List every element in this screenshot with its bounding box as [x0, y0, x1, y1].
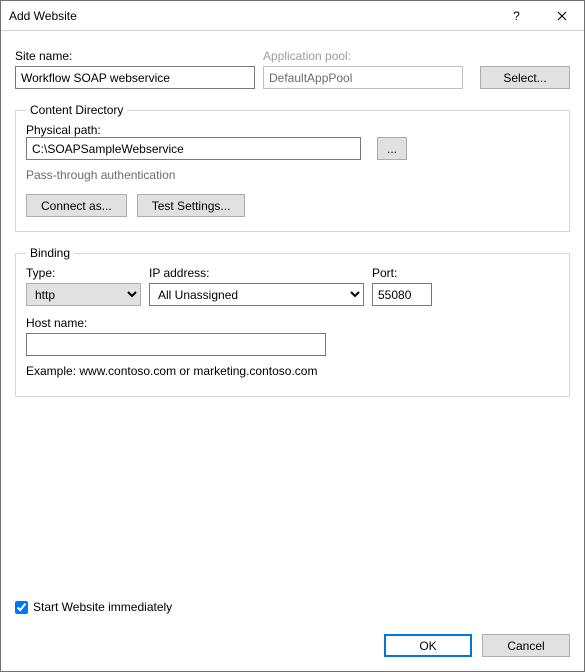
binding-port-label: Port:: [372, 266, 432, 280]
test-settings-button[interactable]: Test Settings...: [137, 194, 246, 217]
host-name-example: Example: www.contoso.com or marketing.co…: [26, 364, 559, 378]
window-title: Add Website: [9, 9, 494, 23]
browse-physical-path-button[interactable]: ...: [377, 137, 407, 160]
physical-path-label: Physical path:: [26, 123, 101, 137]
cancel-button[interactable]: Cancel: [482, 634, 570, 657]
start-immediately-row[interactable]: Start Website immediately: [1, 596, 584, 624]
help-button[interactable]: ?: [494, 1, 539, 30]
application-pool-label: Application pool:: [263, 49, 463, 63]
binding-legend: Binding: [26, 246, 74, 260]
connect-as-button[interactable]: Connect as...: [26, 194, 127, 217]
dialog-content: Site name: Application pool: Select... C…: [1, 31, 584, 596]
host-name-label: Host name:: [26, 316, 559, 330]
binding-type-label: Type:: [26, 266, 141, 280]
passthrough-auth-label: Pass-through authentication: [26, 168, 559, 182]
dialog-footer: OK Cancel: [1, 624, 584, 671]
binding-ip-select[interactable]: All Unassigned: [149, 283, 364, 306]
binding-ip-label: IP address:: [149, 266, 364, 280]
close-button[interactable]: [539, 1, 584, 30]
ok-button[interactable]: OK: [384, 634, 472, 657]
binding-group: Binding Type: http IP address: All Unass…: [15, 246, 570, 397]
start-immediately-checkbox[interactable]: [15, 601, 28, 614]
content-directory-legend: Content Directory: [26, 103, 127, 117]
site-name-label: Site name:: [15, 49, 255, 63]
binding-port-input[interactable]: [372, 283, 432, 306]
close-icon: [557, 11, 567, 21]
start-immediately-label: Start Website immediately: [33, 600, 172, 614]
add-website-dialog: Add Website ? Site name: Application poo…: [0, 0, 585, 672]
binding-type-select[interactable]: http: [26, 283, 141, 306]
host-name-input[interactable]: [26, 333, 326, 356]
select-app-pool-button[interactable]: Select...: [480, 66, 570, 89]
site-name-input[interactable]: [15, 66, 255, 89]
physical-path-input[interactable]: [26, 137, 361, 160]
application-pool-input: [263, 66, 463, 89]
content-directory-group: Content Directory Physical path: ... Pas…: [15, 103, 570, 232]
titlebar: Add Website ?: [1, 1, 584, 31]
